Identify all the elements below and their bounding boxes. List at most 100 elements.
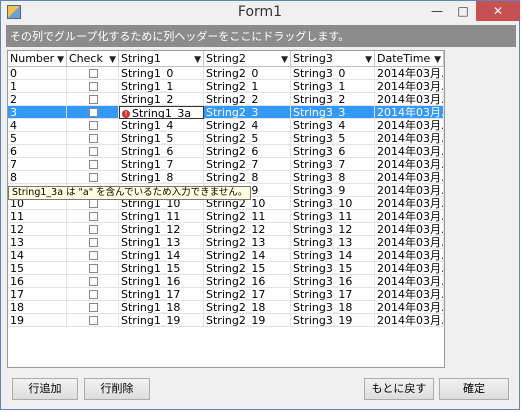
grid-cell[interactable]: String3_12 (291, 223, 375, 236)
row-checkbox[interactable] (89, 69, 98, 78)
table-row[interactable]: 6 String1_6String2_6String3_62014年03月… (8, 145, 444, 158)
grid-cell[interactable]: String2_5 (204, 132, 291, 145)
confirm-button[interactable]: 確定 (439, 378, 509, 400)
checkbox-cell[interactable] (67, 223, 119, 236)
grid-cell[interactable]: 0 (8, 67, 67, 80)
row-checkbox[interactable] (89, 251, 98, 260)
grid-cell[interactable]: String2_3 (204, 106, 291, 119)
row-checkbox[interactable] (89, 134, 98, 143)
grid-cell[interactable]: 8 (8, 171, 67, 184)
minimize-button[interactable]: — (424, 1, 450, 21)
grid-cell[interactable]: 2014年03月… (375, 171, 444, 184)
grid-cell[interactable]: String2_0 (204, 67, 291, 80)
grid-cell[interactable]: 2014年03月… (375, 275, 444, 288)
grid-cell[interactable]: 18 (8, 301, 67, 314)
grid-cell[interactable]: String3_4 (291, 119, 375, 132)
data-grid[interactable]: Number ▼ Check ▼ String1 ▼ String2 ▼ String3 ▼ Dat… (7, 50, 445, 368)
grid-cell[interactable]: 5 (8, 132, 67, 145)
grid-cell[interactable]: String2_13 (204, 236, 291, 249)
checkbox-cell[interactable] (67, 288, 119, 301)
grid-cell[interactable]: String3_15 (291, 262, 375, 275)
grid-cell[interactable]: String2_17 (204, 288, 291, 301)
grid-cell[interactable]: String2_18 (204, 301, 291, 314)
grid-cell[interactable]: 2014年03月… (375, 119, 444, 132)
column-header[interactable]: String1 ▼ (119, 51, 204, 66)
grid-cell[interactable]: 2014年03月… (375, 106, 444, 119)
grid-cell[interactable]: String2_15 (204, 262, 291, 275)
checkbox-cell[interactable] (67, 249, 119, 262)
row-checkbox[interactable] (89, 199, 98, 208)
grid-cell[interactable]: 6 (8, 145, 67, 158)
filter-icon[interactable]: ▼ (57, 53, 64, 66)
grid-cell[interactable]: 17 (8, 288, 67, 301)
checkbox-cell[interactable] (67, 158, 119, 171)
grid-cell[interactable]: String2_16 (204, 275, 291, 288)
column-header[interactable]: Number ▼ (8, 51, 67, 66)
grid-cell[interactable]: String2_6 (204, 145, 291, 158)
table-row[interactable]: 7 String1_7String2_7String3_72014年03月… (8, 158, 444, 171)
table-row[interactable]: 5 String1_5String2_5String3_52014年03月… (8, 132, 444, 145)
checkbox-cell[interactable] (67, 301, 119, 314)
column-header[interactable]: String3 ▼ (291, 51, 375, 66)
row-checkbox[interactable] (89, 121, 98, 130)
grid-cell[interactable]: 1 (8, 80, 67, 93)
row-checkbox[interactable] (89, 316, 98, 325)
grid-cell[interactable]: String3_16 (291, 275, 375, 288)
column-header[interactable]: Check ▼ (67, 51, 119, 66)
grid-cell[interactable]: 2014年03月… (375, 236, 444, 249)
row-checkbox[interactable] (89, 82, 98, 91)
table-row[interactable]: 15 String1_15 String2_15 String3_15 2014年03月… (8, 262, 444, 275)
grid-cell[interactable]: 15 (8, 262, 67, 275)
grid-cell[interactable]: 3 (8, 106, 67, 119)
grid-cell[interactable]: String3_5 (291, 132, 375, 145)
grid-cell[interactable]: String2_14 (204, 249, 291, 262)
table-row[interactable]: 12 String1_12 String2_12 String3_12 2014年03月… (8, 223, 444, 236)
grid-cell[interactable]: 2014年03月… (375, 262, 444, 275)
row-checkbox[interactable] (89, 225, 98, 234)
table-row[interactable]: 11 String1_11 String2_11 String3_11 2014年03月… (8, 210, 444, 223)
grid-cell[interactable]: 7 (8, 158, 67, 171)
grid-cell[interactable]: String1_4 (119, 119, 204, 132)
grid-cell[interactable]: String3_0 (291, 67, 375, 80)
grid-cell[interactable]: 16 (8, 275, 67, 288)
grid-cell[interactable]: 2014年03月… (375, 197, 444, 210)
group-by-panel[interactable]: その列でグループ化するために列ヘッダーをここにドラッグします。 (6, 25, 516, 47)
row-checkbox[interactable] (89, 95, 98, 104)
grid-cell[interactable]: String1_15 (119, 262, 204, 275)
filter-icon[interactable]: ▼ (109, 53, 116, 66)
grid-cell[interactable]: 2014年03月… (375, 301, 444, 314)
row-checkbox[interactable] (89, 147, 98, 156)
grid-cell[interactable]: String3_9 (291, 184, 375, 197)
grid-cell[interactable]: String2_19 (204, 314, 291, 327)
row-checkbox[interactable] (89, 108, 98, 117)
grid-cell[interactable]: String1_7 (119, 158, 204, 171)
filter-icon[interactable]: ▼ (434, 53, 441, 66)
grid-cell[interactable]: 2014年03月… (375, 314, 444, 327)
grid-cell[interactable]: String3_1 (291, 80, 375, 93)
checkbox-cell[interactable] (67, 132, 119, 145)
grid-cell[interactable]: 2014年03月… (375, 249, 444, 262)
checkbox-cell[interactable] (67, 106, 119, 119)
grid-cell[interactable]: String1_5 (119, 132, 204, 145)
checkbox-cell[interactable] (67, 67, 119, 80)
checkbox-cell[interactable] (67, 262, 119, 275)
grid-cell[interactable]: String3_2 (291, 93, 375, 106)
grid-cell[interactable]: 2014年03月… (375, 158, 444, 171)
filter-icon[interactable]: ▼ (281, 53, 288, 66)
add-row-button[interactable]: 行追加 (12, 378, 78, 400)
revert-button[interactable]: もとに戻す (364, 378, 434, 400)
grid-cell[interactable]: String3_10 (291, 197, 375, 210)
grid-cell[interactable]: String2_2 (204, 93, 291, 106)
grid-cell[interactable]: String1_12 (119, 223, 204, 236)
checkbox-cell[interactable] (67, 236, 119, 249)
table-row[interactable]: 1 String1_1String2_1String3_12014年03月… (8, 80, 444, 93)
table-row[interactable]: 19 String1_19 String2_19 String3_19 2014年03月… (8, 314, 444, 327)
row-checkbox[interactable] (89, 277, 98, 286)
grid-cell[interactable]: 2014年03月… (375, 132, 444, 145)
grid-cell[interactable]: String3_8 (291, 171, 375, 184)
grid-cell[interactable]: 2 (8, 93, 67, 106)
grid-cell[interactable]: String3_3 (291, 106, 375, 119)
row-checkbox[interactable] (89, 303, 98, 312)
grid-cell[interactable]: String1_0 (119, 67, 204, 80)
grid-cell[interactable]: String1_2 (119, 93, 204, 106)
